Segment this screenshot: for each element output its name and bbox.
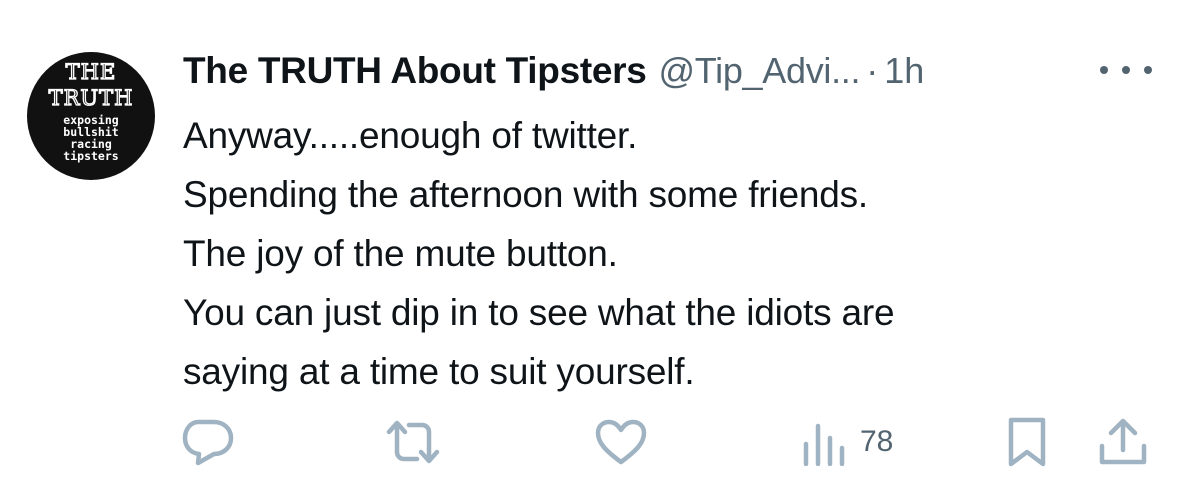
views-count: 78 [860, 425, 894, 458]
more-options-icon[interactable] [1100, 60, 1152, 80]
bookmark-button[interactable] [1005, 412, 1049, 472]
author-handle[interactable]: @Tip_Advi... [659, 50, 861, 92]
tweet-text: Anyway.....enough of twitter. Spending t… [183, 106, 1143, 401]
tweet-text-line: saying at a time to suit yourself. [183, 351, 695, 392]
avatar-logo-line: TRUTH [48, 86, 134, 110]
share-icon [1099, 418, 1147, 465]
avatar-logo-line: tipsters [63, 149, 119, 163]
author-display-name[interactable]: The TRUTH About Tipsters [183, 50, 647, 92]
bookmark-icon [1008, 417, 1046, 467]
tweet-text-line: Anyway.....enough of twitter. [183, 115, 638, 156]
tweet-text-line: You can just dip in to see what the idio… [183, 292, 895, 333]
like-button[interactable] [594, 412, 648, 472]
views-button[interactable]: 78 [800, 412, 893, 472]
separator-dot: · [866, 50, 879, 91]
action-bar: 78 [0, 412, 1178, 472]
retweet-icon [386, 420, 440, 464]
views-icon [803, 423, 845, 466]
retweet-button[interactable] [383, 412, 443, 472]
tweet-text-line: Spending the afternoon with some friends… [183, 174, 868, 215]
more-dot [1100, 66, 1108, 74]
more-dot [1144, 66, 1152, 74]
tweet: THE TRUTH exposing bullshit racing tipst… [0, 0, 1178, 499]
like-icon [595, 419, 647, 465]
avatar-logo-line: THE [65, 60, 117, 84]
avatar[interactable]: THE TRUTH exposing bullshit racing tipst… [27, 52, 155, 180]
tweet-header: The TRUTH About Tipsters @Tip_Advi... · … [183, 50, 924, 96]
timestamp[interactable]: 1h [884, 50, 924, 92]
reply-button[interactable] [180, 412, 236, 472]
reply-icon [182, 419, 234, 466]
share-button[interactable] [1097, 412, 1149, 472]
more-dot [1122, 66, 1130, 74]
tweet-text-line: The joy of the mute button. [183, 233, 618, 274]
